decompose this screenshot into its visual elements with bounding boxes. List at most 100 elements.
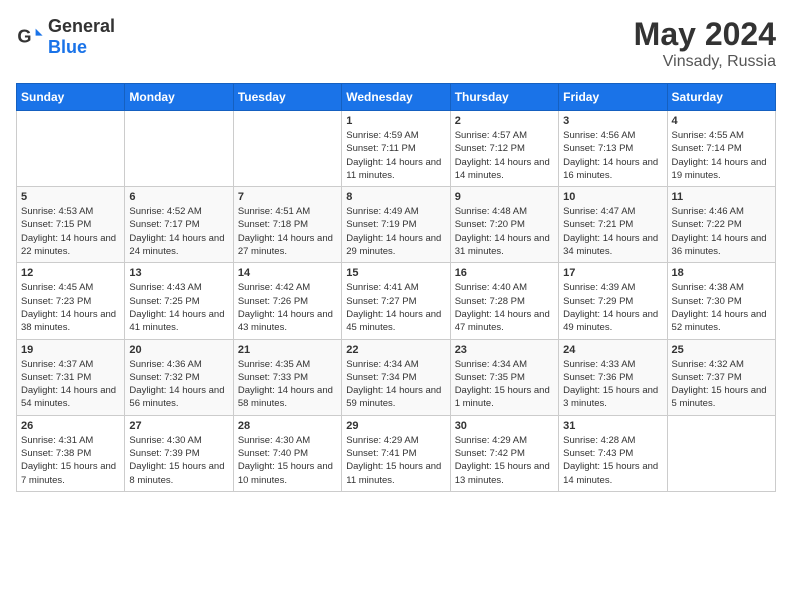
calendar-cell: 30Sunrise: 4:29 AM Sunset: 7:42 PM Dayli… xyxy=(450,415,558,491)
calendar-cell xyxy=(125,111,233,187)
day-number: 24 xyxy=(563,344,662,356)
weekday-header-tuesday: Tuesday xyxy=(233,84,341,111)
day-info: Sunrise: 4:40 AM Sunset: 7:28 PM Dayligh… xyxy=(455,281,554,334)
day-number: 28 xyxy=(238,420,337,432)
logo-general-text: General xyxy=(48,16,115,36)
day-number: 29 xyxy=(346,420,445,432)
day-info: Sunrise: 4:48 AM Sunset: 7:20 PM Dayligh… xyxy=(455,205,554,258)
day-info: Sunrise: 4:53 AM Sunset: 7:15 PM Dayligh… xyxy=(21,205,120,258)
calendar-cell: 23Sunrise: 4:34 AM Sunset: 7:35 PM Dayli… xyxy=(450,339,558,415)
weekday-header-saturday: Saturday xyxy=(667,84,775,111)
calendar-week-4: 19Sunrise: 4:37 AM Sunset: 7:31 PM Dayli… xyxy=(17,339,776,415)
day-info: Sunrise: 4:52 AM Sunset: 7:17 PM Dayligh… xyxy=(129,205,228,258)
calendar-cell: 17 Sunrise: 4:39 AM Sunset: 7:29 PM Dayli… xyxy=(559,263,667,339)
calendar-cell: 26Sunrise: 4:31 AM Sunset: 7:38 PM Dayli… xyxy=(17,415,125,491)
day-info: Sunrise: 4:45 AM Sunset: 7:23 PM Dayligh… xyxy=(21,281,120,334)
day-number: 7 xyxy=(238,191,337,203)
weekday-header-wednesday: Wednesday xyxy=(342,84,450,111)
day-number: 20 xyxy=(129,344,228,356)
day-number: 10 xyxy=(563,191,662,203)
weekday-header-friday: Friday xyxy=(559,84,667,111)
calendar-location: Vinsady, Russia xyxy=(634,53,776,71)
calendar-cell: 15 Sunrise: 4:41 AM Sunset: 7:27 PM Dayli… xyxy=(342,263,450,339)
calendar-cell: 5 Sunrise: 4:53 AM Sunset: 7:15 PM Daylig… xyxy=(17,187,125,263)
day-info: Sunrise: 4:59 AM Sunset: 7:11 PM Dayligh… xyxy=(346,129,445,182)
day-number: 3 xyxy=(563,115,662,127)
calendar-week-2: 5 Sunrise: 4:53 AM Sunset: 7:15 PM Daylig… xyxy=(17,187,776,263)
day-info: Sunrise: 4:30 AM Sunset: 7:40 PM Dayligh… xyxy=(238,434,337,487)
day-info: Sunrise: 4:42 AM Sunset: 7:26 PM Dayligh… xyxy=(238,281,337,334)
day-info: Sunrise: 4:30 AM Sunset: 7:39 PM Dayligh… xyxy=(129,434,228,487)
day-number: 31 xyxy=(563,420,662,432)
day-info: Sunrise: 4:47 AM Sunset: 7:21 PM Dayligh… xyxy=(563,205,662,258)
day-number: 17 xyxy=(563,267,662,279)
calendar-cell: 18 Sunrise: 4:38 AM Sunset: 7:30 PM Dayli… xyxy=(667,263,775,339)
calendar-cell: 13Sunrise: 4:43 AM Sunset: 7:25 PM Dayli… xyxy=(125,263,233,339)
calendar-cell: 14Sunrise: 4:42 AM Sunset: 7:26 PM Dayli… xyxy=(233,263,341,339)
day-info: Sunrise: 4:34 AM Sunset: 7:34 PM Dayligh… xyxy=(346,358,445,411)
calendar-cell: 25 Sunrise: 4:32 AM Sunset: 7:37 PM Dayli… xyxy=(667,339,775,415)
day-number: 27 xyxy=(129,420,228,432)
day-number: 2 xyxy=(455,115,554,127)
calendar-cell: 27 Sunrise: 4:30 AM Sunset: 7:39 PM Dayli… xyxy=(125,415,233,491)
day-info: Sunrise: 4:35 AM Sunset: 7:33 PM Dayligh… xyxy=(238,358,337,411)
calendar-cell: 31 Sunrise: 4:28 AM Sunset: 7:43 PM Dayli… xyxy=(559,415,667,491)
calendar-cell: 9 Sunrise: 4:48 AM Sunset: 7:20 PM Daylig… xyxy=(450,187,558,263)
day-number: 22 xyxy=(346,344,445,356)
day-number: 16 xyxy=(455,267,554,279)
calendar-cell: 11Sunrise: 4:46 AM Sunset: 7:22 PM Dayli… xyxy=(667,187,775,263)
day-info: Sunrise: 4:32 AM Sunset: 7:37 PM Dayligh… xyxy=(672,358,771,411)
day-info: Sunrise: 4:56 AM Sunset: 7:13 PM Dayligh… xyxy=(563,129,662,182)
day-info: Sunrise: 4:37 AM Sunset: 7:31 PM Dayligh… xyxy=(21,358,120,411)
calendar-cell: 12 Sunrise: 4:45 AM Sunset: 7:23 PM Dayli… xyxy=(17,263,125,339)
calendar-cell xyxy=(233,111,341,187)
calendar-table: SundayMondayTuesdayWednesdayThursdayFrid… xyxy=(16,83,776,492)
logo: G General Blue xyxy=(16,16,115,58)
day-number: 21 xyxy=(238,344,337,356)
calendar-cell: 7 Sunrise: 4:51 AM Sunset: 7:18 PM Daylig… xyxy=(233,187,341,263)
day-number: 25 xyxy=(672,344,771,356)
day-info: Sunrise: 4:36 AM Sunset: 7:32 PM Dayligh… xyxy=(129,358,228,411)
title-block: May 2024 Vinsady, Russia xyxy=(634,16,776,71)
day-info: Sunrise: 4:34 AM Sunset: 7:35 PM Dayligh… xyxy=(455,358,554,411)
calendar-cell: 8Sunrise: 4:49 AM Sunset: 7:19 PM Daylig… xyxy=(342,187,450,263)
svg-text:G: G xyxy=(17,27,31,47)
weekday-header-row: SundayMondayTuesdayWednesdayThursdayFrid… xyxy=(17,84,776,111)
weekday-header-thursday: Thursday xyxy=(450,84,558,111)
day-info: Sunrise: 4:29 AM Sunset: 7:41 PM Dayligh… xyxy=(346,434,445,487)
day-number: 6 xyxy=(129,191,228,203)
calendar-cell: 6 Sunrise: 4:52 AM Sunset: 7:17 PM Daylig… xyxy=(125,187,233,263)
calendar-cell: 1Sunrise: 4:59 AM Sunset: 7:11 PM Daylig… xyxy=(342,111,450,187)
calendar-cell: 22 Sunrise: 4:34 AM Sunset: 7:34 PM Dayli… xyxy=(342,339,450,415)
day-number: 11 xyxy=(672,191,771,203)
day-info: Sunrise: 4:28 AM Sunset: 7:43 PM Dayligh… xyxy=(563,434,662,487)
day-info: Sunrise: 4:57 AM Sunset: 7:12 PM Dayligh… xyxy=(455,129,554,182)
day-info: Sunrise: 4:31 AM Sunset: 7:38 PM Dayligh… xyxy=(21,434,120,487)
day-info: Sunrise: 4:41 AM Sunset: 7:27 PM Dayligh… xyxy=(346,281,445,334)
weekday-header-monday: Monday xyxy=(125,84,233,111)
day-number: 5 xyxy=(21,191,120,203)
calendar-title: May 2024 xyxy=(634,16,776,53)
day-info: Sunrise: 4:55 AM Sunset: 7:14 PM Dayligh… xyxy=(672,129,771,182)
calendar-cell: 29 Sunrise: 4:29 AM Sunset: 7:41 PM Dayli… xyxy=(342,415,450,491)
day-info: Sunrise: 4:39 AM Sunset: 7:29 PM Dayligh… xyxy=(563,281,662,334)
day-number: 15 xyxy=(346,267,445,279)
day-number: 4 xyxy=(672,115,771,127)
calendar-cell: 24Sunrise: 4:33 AM Sunset: 7:36 PM Dayli… xyxy=(559,339,667,415)
calendar-cell: 16 Sunrise: 4:40 AM Sunset: 7:28 PM Dayli… xyxy=(450,263,558,339)
day-number: 18 xyxy=(672,267,771,279)
calendar-week-3: 12 Sunrise: 4:45 AM Sunset: 7:23 PM Dayli… xyxy=(17,263,776,339)
day-number: 9 xyxy=(455,191,554,203)
day-number: 12 xyxy=(21,267,120,279)
day-info: Sunrise: 4:51 AM Sunset: 7:18 PM Dayligh… xyxy=(238,205,337,258)
day-info: Sunrise: 4:49 AM Sunset: 7:19 PM Dayligh… xyxy=(346,205,445,258)
calendar-cell: 4 Sunrise: 4:55 AM Sunset: 7:14 PM Daylig… xyxy=(667,111,775,187)
page-header: G General Blue May 2024 Vinsady, Russia xyxy=(16,16,776,71)
calendar-cell: 19Sunrise: 4:37 AM Sunset: 7:31 PM Dayli… xyxy=(17,339,125,415)
day-number: 13 xyxy=(129,267,228,279)
day-info: Sunrise: 4:29 AM Sunset: 7:42 PM Dayligh… xyxy=(455,434,554,487)
weekday-header-sunday: Sunday xyxy=(17,84,125,111)
calendar-cell: 3 Sunrise: 4:56 AM Sunset: 7:13 PM Daylig… xyxy=(559,111,667,187)
calendar-cell: 21 Sunrise: 4:35 AM Sunset: 7:33 PM Dayli… xyxy=(233,339,341,415)
day-info: Sunrise: 4:38 AM Sunset: 7:30 PM Dayligh… xyxy=(672,281,771,334)
